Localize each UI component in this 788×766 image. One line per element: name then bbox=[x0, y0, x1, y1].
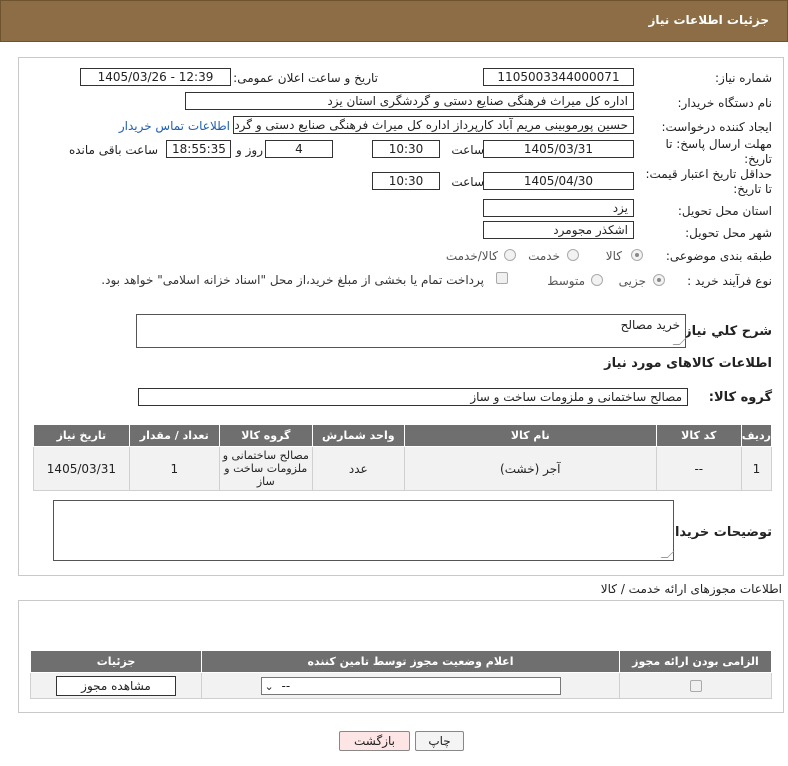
buyer-contact-link[interactable]: اطلاعات تماس خریدار bbox=[119, 119, 230, 133]
process-label: نوع فرآیند خرید : bbox=[687, 274, 772, 288]
permit-status-select[interactable]: ⌄ -- bbox=[260, 676, 561, 695]
category-label: طبقه بندی موضوعی: bbox=[665, 249, 772, 263]
category-radio-service[interactable] bbox=[567, 249, 579, 261]
need-desc-textarea[interactable]: خرید مصالح bbox=[136, 314, 686, 348]
cell-date: 1405/03/31 bbox=[33, 446, 130, 491]
goods-group-field: مصالح ساختمانی و ملزومات ساخت و ساز bbox=[138, 388, 688, 406]
back-button[interactable]: بازگشت bbox=[339, 731, 410, 751]
process-option-medium: متوسط bbox=[547, 274, 585, 288]
goods-section-title: اطلاعات کالاهای مورد نیاز bbox=[604, 356, 772, 371]
province-field: یزد bbox=[483, 199, 634, 217]
col-permit-details: جزئیات bbox=[30, 650, 202, 673]
deadline-time-field: 10:30 bbox=[372, 140, 440, 158]
category-option-goods: کالا bbox=[605, 249, 622, 263]
permit-status-value: -- bbox=[281, 678, 291, 693]
announce-label: تاریخ و ساعت اعلان عمومی: bbox=[233, 71, 378, 85]
buyer-notes-textarea[interactable] bbox=[53, 500, 674, 561]
permits-table: الزامی بودن ارائه مجوز اعلام وضعیت مجوز … bbox=[30, 650, 772, 699]
chevron-down-icon: ⌄ bbox=[264, 679, 274, 693]
validity-label-line2: تا تاریخ: bbox=[733, 182, 772, 196]
category-option-service: خدمت bbox=[528, 249, 560, 263]
need-number-field: 1105003344000071 bbox=[483, 68, 634, 86]
validity-date-field: 1405/04/30 bbox=[483, 172, 634, 190]
cell-code: -- bbox=[655, 446, 742, 491]
need-desc-label: شرح کلي نیاز: bbox=[678, 324, 772, 339]
goods-table: ردیف کد کالا نام کالا واحد شمارش گروه کا… bbox=[33, 424, 773, 491]
col-unit: واحد شمارش bbox=[311, 424, 405, 447]
validity-time-label: ساعت bbox=[451, 175, 484, 189]
view-permit-button[interactable]: مشاهده مجوز bbox=[56, 675, 176, 696]
cell-group: مصالح ساختمانی و ملزومات ساخت و ساز bbox=[218, 446, 313, 491]
deadline-time-label: ساعت bbox=[451, 143, 484, 157]
cell-permit-details: مشاهده مجوز bbox=[30, 672, 202, 699]
category-option-goods-service: کالا/خدمت bbox=[445, 249, 498, 263]
col-permit-status: اعلام وضعیت مجوز توسط تامین کننده bbox=[201, 650, 620, 673]
buyer-notes-label: توضیحات خریدار: bbox=[662, 525, 772, 540]
remaining-time-label: ساعت باقی مانده bbox=[68, 143, 158, 157]
col-permit-required: الزامی بودن ارائه مجوز bbox=[619, 650, 772, 673]
announce-datetime-field: 1405/03/26 - 12:39 bbox=[80, 68, 231, 86]
validity-time-field: 10:30 bbox=[372, 172, 440, 190]
process-radio-medium[interactable] bbox=[591, 274, 603, 286]
col-date: تاریخ نیاز bbox=[33, 424, 130, 447]
col-qty: تعداد / مقدار bbox=[128, 424, 220, 447]
creator-label: ایجاد کننده درخواست: bbox=[661, 120, 772, 134]
cell-permit-status: ⌄ -- bbox=[201, 672, 620, 699]
process-radio-minor[interactable] bbox=[653, 274, 665, 286]
cell-row: 1 bbox=[740, 446, 773, 491]
deadline-label-line1: مهلت ارسال پاسخ: تا bbox=[665, 137, 772, 151]
table-row: ⌄ -- مشاهده مجوز bbox=[30, 672, 772, 699]
days-label: روز و bbox=[236, 143, 263, 157]
table-row: 1 -- آجر (خشت) عدد مصالح ساختمانی و ملزو… bbox=[33, 446, 773, 491]
buyer-label: نام دستگاه خریدار: bbox=[677, 96, 773, 110]
remaining-days-field: 4 bbox=[265, 140, 333, 158]
buyer-field: اداره کل میراث فرهنگی صنایع دستی و گردشگ… bbox=[185, 92, 634, 110]
treasury-payment-note: پرداخت تمام یا بخشی از مبلغ خرید،از محل … bbox=[101, 273, 484, 287]
cell-unit: عدد bbox=[311, 446, 405, 491]
validity-label-line1: حداقل تاریخ اعتبار قیمت: bbox=[645, 167, 772, 181]
goods-group-label: گروه کالا: bbox=[708, 390, 772, 405]
col-name: نام کالا bbox=[403, 424, 657, 447]
deadline-date-field: 1405/03/31 bbox=[483, 140, 634, 158]
deadline-label-line2: تاریخ: bbox=[744, 152, 772, 166]
print-button[interactable]: چاپ bbox=[415, 731, 464, 751]
treasury-payment-checkbox[interactable] bbox=[496, 272, 508, 284]
creator-field: حسین پورموبینی مریم آباد کارپرداز اداره … bbox=[233, 116, 634, 134]
category-radio-goods-service[interactable] bbox=[504, 249, 516, 261]
page-title: جزئیات اطلاعات نیاز bbox=[648, 13, 769, 27]
header-bar: جزئیات اطلاعات نیاز bbox=[0, 0, 788, 42]
category-radio-goods[interactable] bbox=[631, 249, 643, 261]
permit-required-checkbox[interactable] bbox=[689, 680, 702, 692]
city-label: شهر محل تحویل: bbox=[685, 226, 772, 240]
col-code: کد کالا bbox=[655, 424, 742, 447]
cell-qty: 1 bbox=[128, 446, 220, 491]
city-field: اشکذر مجومرد bbox=[483, 221, 634, 239]
process-option-minor: جزیی bbox=[618, 274, 646, 288]
col-row: ردیف bbox=[740, 424, 773, 447]
cell-name: آجر (خشت) bbox=[403, 446, 657, 491]
province-label: استان محل تحویل: bbox=[677, 204, 772, 218]
remaining-time-field: 18:55:35 bbox=[166, 140, 231, 158]
permits-table-header: الزامی بودن ارائه مجوز اعلام وضعیت مجوز … bbox=[30, 650, 772, 673]
permits-section-title: اطلاعات مجوزهای ارائه خدمت / کالا bbox=[600, 582, 782, 596]
cell-permit-required bbox=[619, 672, 772, 699]
need-number-label: شماره نیاز: bbox=[715, 71, 772, 85]
goods-table-header: ردیف کد کالا نام کالا واحد شمارش گروه کا… bbox=[33, 424, 773, 447]
col-group: گروه کالا bbox=[218, 424, 313, 447]
